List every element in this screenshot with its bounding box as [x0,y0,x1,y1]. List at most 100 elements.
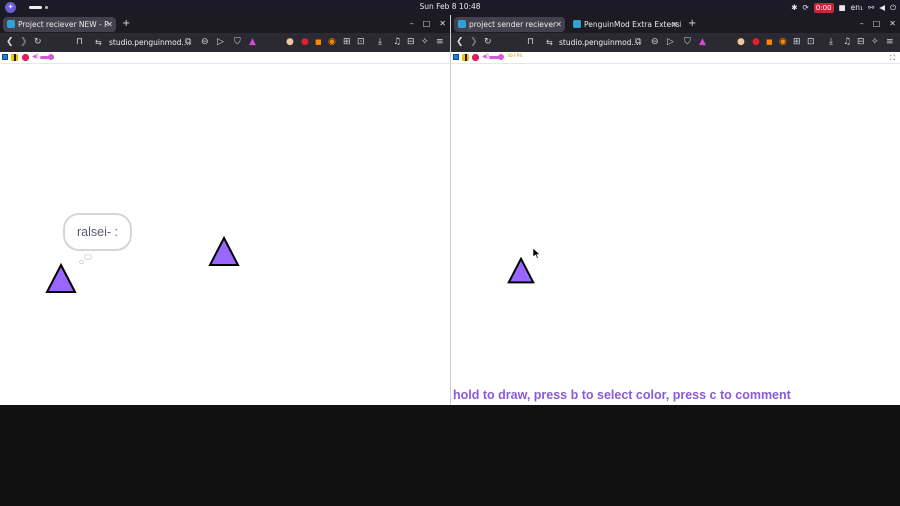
maximize-button[interactable]: □ [423,17,431,31]
extension-4-icon[interactable]: ◉ [328,37,336,48]
project-stage[interactable]: hold to draw, press b to select color, p… [451,68,900,405]
thought-bubble-dot [84,254,92,260]
volume-slider-knob[interactable] [48,54,54,60]
speech-bubble: ralsei- : [63,213,132,251]
extensions-icon[interactable]: ✱ [791,1,797,14]
forward-icon[interactable]: ❯ [20,37,28,48]
music-icon[interactable]: ♫ [393,37,401,48]
tab-extra-extensions[interactable]: PenguinMod Extra Extensio ✕ [569,17,681,32]
window-controls: – □ ✕ [410,17,446,31]
url-bar[interactable]: studio.penguinmod.... [109,37,191,48]
extension-1-icon[interactable]: ● [286,37,294,48]
pause-icon[interactable] [11,54,18,61]
reload-icon[interactable]: ↻ [34,37,42,48]
penguinmod-favicon-icon [7,20,15,28]
tab-label: PenguinMod Extra Extensio [584,20,681,29]
stop-record-icon[interactable]: ■ [839,1,846,14]
system-tray: ✱ ⟳ 0:00 ■ en₁ ⚯ ◀ ⏻ [791,1,896,14]
back-icon[interactable]: ❮ [456,37,464,48]
back-icon[interactable]: ❮ [6,37,14,48]
screenshot-icon[interactable]: ⊡ [357,37,365,48]
menu-icon[interactable]: ≡ [436,37,444,48]
extensions-puzzle-icon[interactable]: ⊞ [343,37,351,48]
minimize-button[interactable]: – [860,17,864,31]
close-tab-icon[interactable]: ✕ [555,17,562,32]
fps-label: 30 FPS [507,54,523,59]
shield-icon[interactable]: ⛉ [684,37,691,48]
open-external-icon[interactable]: ⧉ [635,37,641,48]
stop-icon[interactable] [22,54,29,61]
shield-icon[interactable]: ⛉ [234,37,241,48]
close-window-button[interactable]: ✕ [889,17,896,31]
download-icon[interactable]: ⤓ [829,37,833,48]
penguinmod-favicon-icon [573,20,581,28]
zoom-icon[interactable]: ⊖ [651,37,659,48]
tab-project-reciever[interactable]: Project reciever NEW - P ✕ [3,17,116,32]
new-tab-button[interactable]: + [688,17,696,31]
language-indicator[interactable]: en₁ [851,1,863,14]
reload-icon[interactable]: ↻ [484,37,492,48]
send-icon[interactable]: ▷ [667,37,674,48]
close-tab-icon[interactable]: ✕ [106,17,113,32]
extension-3-icon[interactable]: ■ [315,37,322,48]
extension-4-icon[interactable]: ◉ [779,37,787,48]
extension-1-icon[interactable]: ● [737,37,745,48]
rewards-icon[interactable]: ▲ [249,37,256,48]
extensions-puzzle-icon[interactable]: ⊞ [793,37,801,48]
url-bar[interactable]: studio.penguinmod.... [559,37,641,48]
maximize-button[interactable]: □ [873,17,881,31]
volume-slider-knob[interactable] [498,54,504,60]
triangle-sprite[interactable] [45,263,77,295]
open-external-icon[interactable]: ⧉ [185,37,191,48]
extension-2-icon[interactable]: ● [301,37,309,48]
volume-icon[interactable]: ◀) [32,53,39,60]
nav-toolbar: ❮ ❯ ↻ ⊓ ⇆ studio.penguinmod.... ⧉ ⊖ ▷ ⛉ … [451,33,900,52]
screenshot-icon[interactable]: ⊡ [807,37,815,48]
thought-bubble-dot [79,260,84,264]
volume-icon[interactable]: ◀) [482,53,489,60]
close-window-button[interactable]: ✕ [439,17,446,31]
minimize-button[interactable]: – [410,17,414,31]
stop-icon[interactable] [472,54,479,61]
right-browser-window: project sender reciever ✕ PenguinMod Ext… [451,15,900,405]
volume-icon[interactable]: ◀ [879,1,885,14]
power-icon[interactable]: ⏻ [890,1,896,14]
extension-3-icon[interactable]: ■ [766,37,773,48]
extension-2-icon[interactable]: ● [752,37,760,48]
player-logo-icon [2,54,8,60]
tab-strip: project sender reciever ✕ PenguinMod Ext… [451,15,900,33]
screen-record-indicator[interactable]: 0:00 [813,2,834,13]
site-settings-icon[interactable]: ⇆ [95,37,102,48]
bookmark-icon[interactable]: ⊓ [76,37,83,48]
zoom-icon[interactable]: ⊖ [201,37,209,48]
project-stage[interactable]: ralsei- : [0,68,450,405]
nav-toolbar: ❮ ❯ ↻ ⊓ ⇆ studio.penguinmod.... ⧉ ⊖ ▷ ⛉ … [0,33,450,52]
window-controls: – □ ✕ [860,17,896,31]
download-icon[interactable]: ⤓ [378,37,382,48]
music-icon[interactable]: ♫ [843,37,851,48]
new-tab-button[interactable]: + [122,17,130,31]
sidebar-icon[interactable]: ⊟ [407,37,415,48]
system-top-bar: ✦ Sun Feb 8 10:48 ✱ ⟳ 0:00 ■ en₁ ⚯ ◀ ⏻ [0,0,900,15]
player-logo-icon [453,54,459,60]
rewards-icon[interactable]: ▲ [699,37,706,48]
network-icon[interactable]: ⚯ [868,1,874,14]
menu-icon[interactable]: ≡ [886,37,894,48]
close-tab-icon[interactable]: ✕ [671,17,678,32]
sidebar-icon[interactable]: ⊟ [857,37,865,48]
triangle-sprite[interactable] [507,257,535,285]
tab-strip: Project reciever NEW - P ✕ + – □ ✕ [0,15,450,33]
ai-icon[interactable]: ✧ [871,37,879,48]
bookmark-icon[interactable]: ⊓ [527,37,534,48]
tab-project-sender[interactable]: project sender reciever ✕ [454,17,565,32]
site-settings-icon[interactable]: ⇆ [546,37,553,48]
ai-icon[interactable]: ✧ [421,37,429,48]
triangle-sprite[interactable] [208,236,240,268]
tab-label: project sender reciever [469,20,557,29]
pause-icon[interactable] [462,54,469,61]
refresh-icon[interactable]: ⟳ [802,1,808,14]
forward-icon[interactable]: ❯ [470,37,478,48]
fullscreen-icon[interactable]: ⛶ [890,54,898,62]
send-icon[interactable]: ▷ [217,37,224,48]
clock[interactable]: Sun Feb 8 10:48 [0,2,900,11]
